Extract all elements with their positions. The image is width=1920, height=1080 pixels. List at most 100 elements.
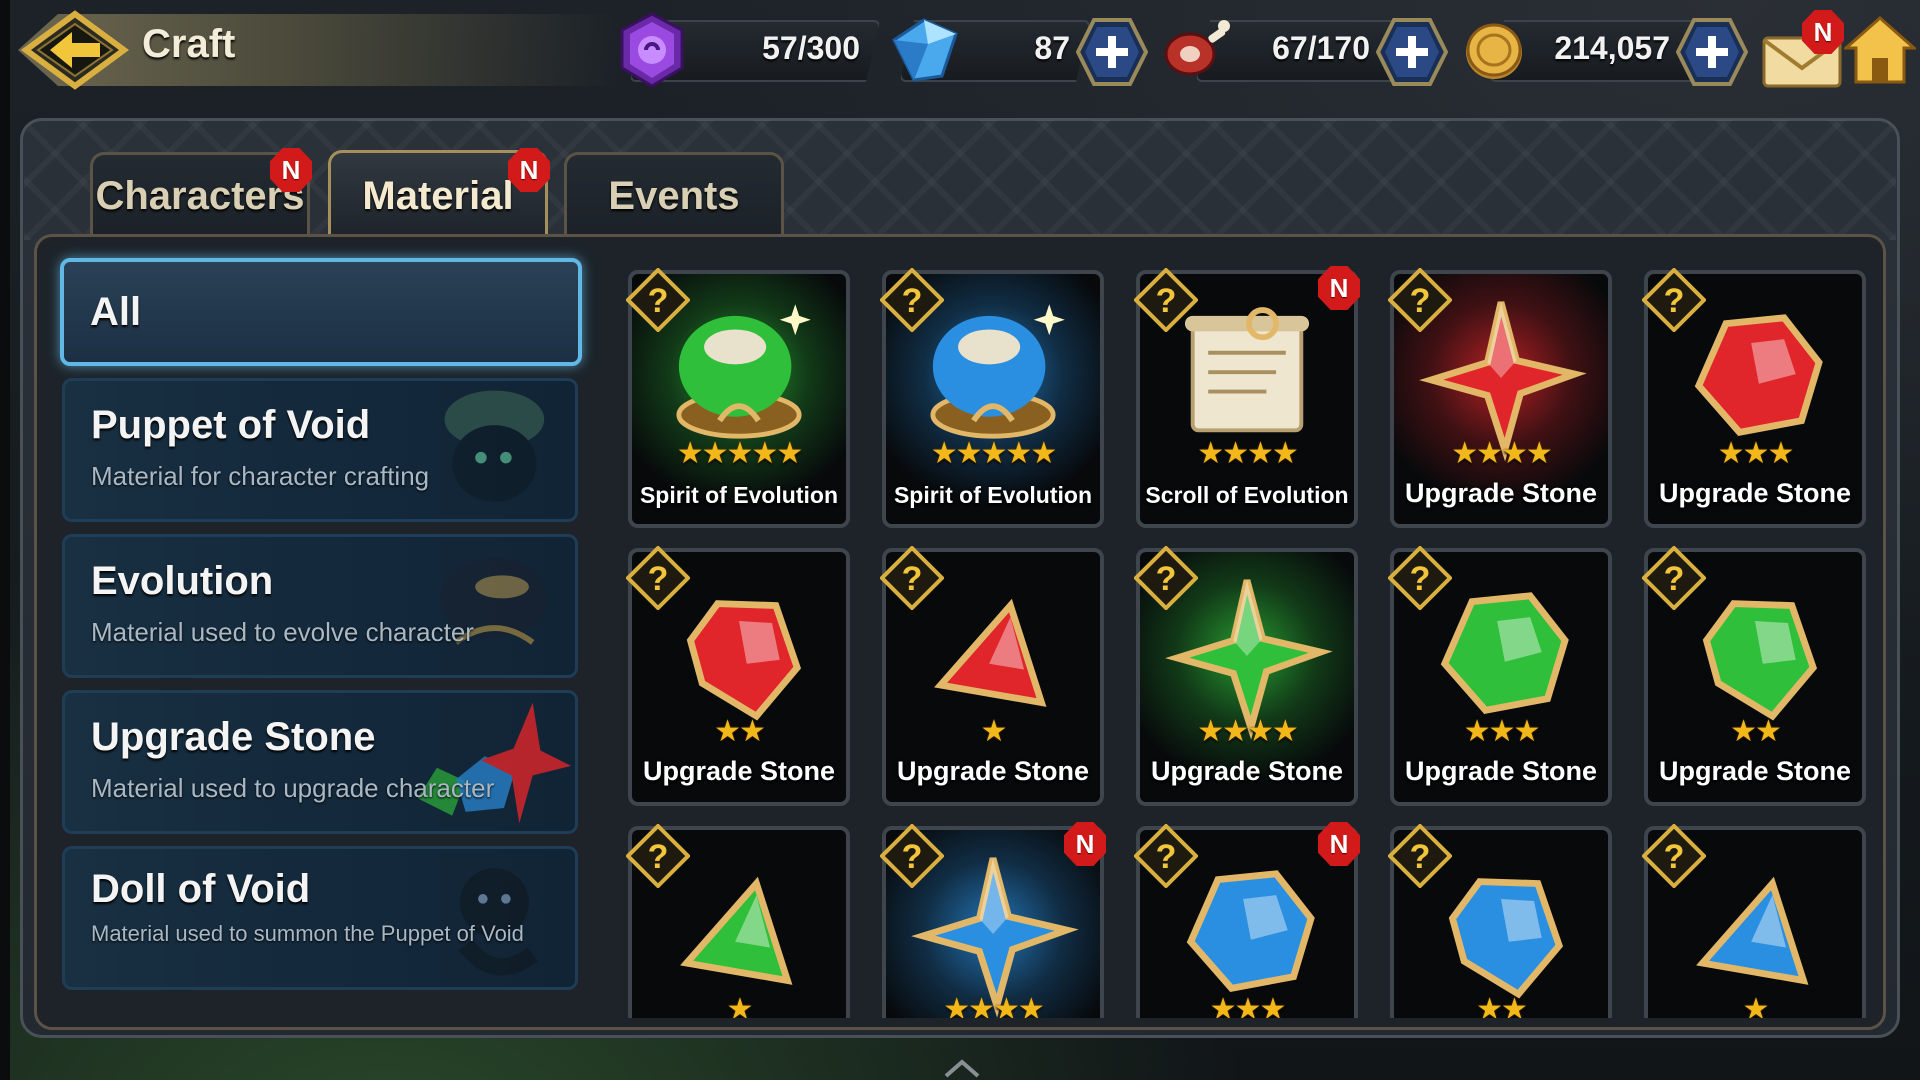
item-star-rating: ★ bbox=[726, 993, 754, 1018]
question-mark-icon[interactable]: ? bbox=[880, 268, 944, 332]
crystal-value: 87 bbox=[1034, 30, 1070, 66]
upgrade-stones-icon bbox=[417, 702, 572, 824]
item-name: Upgrade Stone bbox=[1658, 478, 1852, 508]
svg-text:?: ? bbox=[648, 838, 669, 876]
item-card[interactable]: ★★★★★ Spirit of Evolution ? bbox=[626, 268, 850, 528]
item-name: Upgrade Stone bbox=[1658, 756, 1852, 786]
question-mark-icon[interactable]: ? bbox=[1134, 268, 1198, 332]
item-card[interactable]: ★★★★ Upgrade Stone ? bbox=[1388, 268, 1612, 528]
evolution-spirit-icon bbox=[440, 558, 549, 645]
item-star-rating: ★★★★ bbox=[1451, 437, 1553, 470]
svg-text:?: ? bbox=[1664, 282, 1685, 320]
item-card[interactable]: ★Upgrade Stone ? bbox=[626, 824, 850, 1018]
home-icon[interactable] bbox=[1844, 14, 1916, 86]
sidebar-item-description: Material used to upgrade character bbox=[91, 773, 495, 803]
item-name: Upgrade Stone bbox=[1404, 756, 1598, 786]
svg-text:?: ? bbox=[1156, 282, 1177, 320]
question-mark-icon[interactable]: ? bbox=[626, 546, 690, 610]
item-star-rating: ★★ bbox=[714, 715, 766, 748]
item-card[interactable]: ★★Upgrade Stone ? bbox=[1388, 824, 1612, 1018]
item-star-rating: ★★★ bbox=[1209, 993, 1287, 1018]
page-title: Craft bbox=[142, 22, 236, 66]
item-name: Upgrade Stone bbox=[896, 756, 1090, 786]
question-mark-icon[interactable]: ? bbox=[1388, 546, 1452, 610]
scroll-down-indicator-icon bbox=[944, 1059, 980, 1078]
item-star-rating: ★ bbox=[980, 715, 1008, 748]
tab-events-label: Events bbox=[608, 174, 740, 218]
item-name: Spirit of Evolution bbox=[893, 482, 1093, 508]
sidebar-item-all[interactable]: All bbox=[60, 258, 582, 366]
tab-material-label: Material bbox=[362, 174, 514, 218]
item-name: Upgrade Stone bbox=[1150, 756, 1344, 786]
svg-text:?: ? bbox=[902, 282, 923, 320]
question-mark-icon[interactable]: ? bbox=[1134, 824, 1198, 888]
item-star-rating: ★★★ bbox=[1463, 715, 1541, 748]
question-mark-icon[interactable]: ? bbox=[1642, 268, 1706, 332]
add-meat-button[interactable] bbox=[1376, 18, 1448, 86]
tab-events[interactable]: Events bbox=[564, 152, 784, 238]
sidebar-item-evolution[interactable]: Evolution Material used to evolve charac… bbox=[62, 534, 578, 678]
sidebar-item-description: Material used to summon the Puppet of Vo… bbox=[91, 921, 524, 946]
svg-text:?: ? bbox=[648, 560, 669, 598]
add-gold-button[interactable] bbox=[1676, 18, 1748, 86]
item-card[interactable]: ★★Upgrade Stone ? bbox=[626, 546, 850, 806]
item-star-rating: ★★ bbox=[1730, 715, 1782, 748]
sidebar-item-label: Evolution bbox=[91, 559, 274, 603]
svg-text:?: ? bbox=[1664, 838, 1685, 876]
item-name: Spirit of Evolution bbox=[639, 482, 839, 508]
svg-text:?: ? bbox=[1664, 560, 1685, 598]
item-star-rating: ★★ bbox=[1476, 993, 1528, 1018]
question-mark-icon[interactable]: ? bbox=[880, 546, 944, 610]
item-new-badge: N bbox=[1318, 822, 1360, 866]
sidebar-item-upgrade-stone[interactable]: Upgrade Stone Material used to upgrade c… bbox=[62, 690, 578, 834]
item-new-badge: N bbox=[1318, 266, 1360, 310]
add-crystal-button[interactable] bbox=[1076, 18, 1148, 86]
crystal-icon bbox=[892, 18, 958, 82]
gold-value: 214,057 bbox=[1554, 30, 1670, 66]
item-star-rating: ★★★★ bbox=[1197, 715, 1299, 748]
puppet-silhouette-icon bbox=[444, 390, 545, 502]
back-arrow-icon bbox=[20, 10, 130, 90]
svg-text:?: ? bbox=[902, 560, 923, 598]
item-card[interactable]: ★★★★ Scroll of Evolution ? N bbox=[1134, 266, 1360, 528]
question-mark-icon[interactable]: ? bbox=[880, 824, 944, 888]
void-essence-icon bbox=[620, 12, 684, 88]
svg-text:?: ? bbox=[648, 282, 669, 320]
svg-text:?: ? bbox=[1410, 282, 1431, 320]
item-star-rating: ★ bbox=[1742, 993, 1770, 1018]
item-star-rating: ★★★★★ bbox=[676, 437, 803, 470]
void-essence-value: 57/300 bbox=[762, 30, 860, 66]
item-card[interactable]: ★★★Upgrade Stone ? N bbox=[1134, 822, 1360, 1018]
item-card[interactable]: ★★★★★ Spirit of Evolution ? bbox=[880, 268, 1104, 528]
svg-text:?: ? bbox=[902, 838, 923, 876]
item-card[interactable]: ★★★ Upgrade Stone ? bbox=[1388, 546, 1612, 806]
question-mark-icon[interactable]: ? bbox=[1388, 268, 1452, 332]
svg-text:?: ? bbox=[1410, 838, 1431, 876]
top-bar: Craft 57/300 87 67/170 214,057 N bbox=[0, 0, 1920, 104]
back-button[interactable] bbox=[20, 10, 130, 90]
item-card[interactable]: ★Upgrade Stone ? bbox=[1642, 824, 1866, 1018]
item-card[interactable]: ★★★ Upgrade Stone ? bbox=[1642, 268, 1866, 528]
item-card[interactable]: ★★ Upgrade Stone ? bbox=[1642, 546, 1866, 806]
sidebar-item-label: Doll of Void bbox=[91, 867, 311, 911]
svg-text:?: ? bbox=[1410, 560, 1431, 598]
item-card[interactable]: ★★★★ Upgrade Stone ? bbox=[1134, 546, 1358, 806]
question-mark-icon[interactable]: ? bbox=[626, 824, 690, 888]
item-name: Scroll of Evolution bbox=[1145, 482, 1349, 508]
mail-new-badge: N bbox=[1802, 10, 1844, 54]
question-mark-icon[interactable]: ? bbox=[1388, 824, 1452, 888]
question-mark-icon[interactable]: ? bbox=[626, 268, 690, 332]
screen-edge bbox=[0, 0, 10, 1080]
question-mark-icon[interactable]: ? bbox=[1642, 546, 1706, 610]
sidebar-item-label: Upgrade Stone bbox=[91, 715, 376, 759]
meat-value: 67/170 bbox=[1272, 30, 1370, 66]
item-star-rating: ★★★★★ bbox=[930, 437, 1057, 470]
item-card[interactable]: ★ Upgrade Stone ? bbox=[880, 546, 1104, 806]
item-new-badge: N bbox=[1064, 822, 1106, 866]
sidebar-item-doll-of-void[interactable]: Doll of Void Material used to summon the… bbox=[62, 846, 578, 990]
question-mark-icon[interactable]: ? bbox=[1134, 546, 1198, 610]
svg-text:?: ? bbox=[1156, 560, 1177, 598]
item-card[interactable]: ★★★★Upgrade Stone ? N bbox=[880, 822, 1106, 1018]
question-mark-icon[interactable]: ? bbox=[1642, 824, 1706, 888]
sidebar-item-puppet-of-void[interactable]: Puppet of Void Material for character cr… bbox=[62, 378, 578, 522]
